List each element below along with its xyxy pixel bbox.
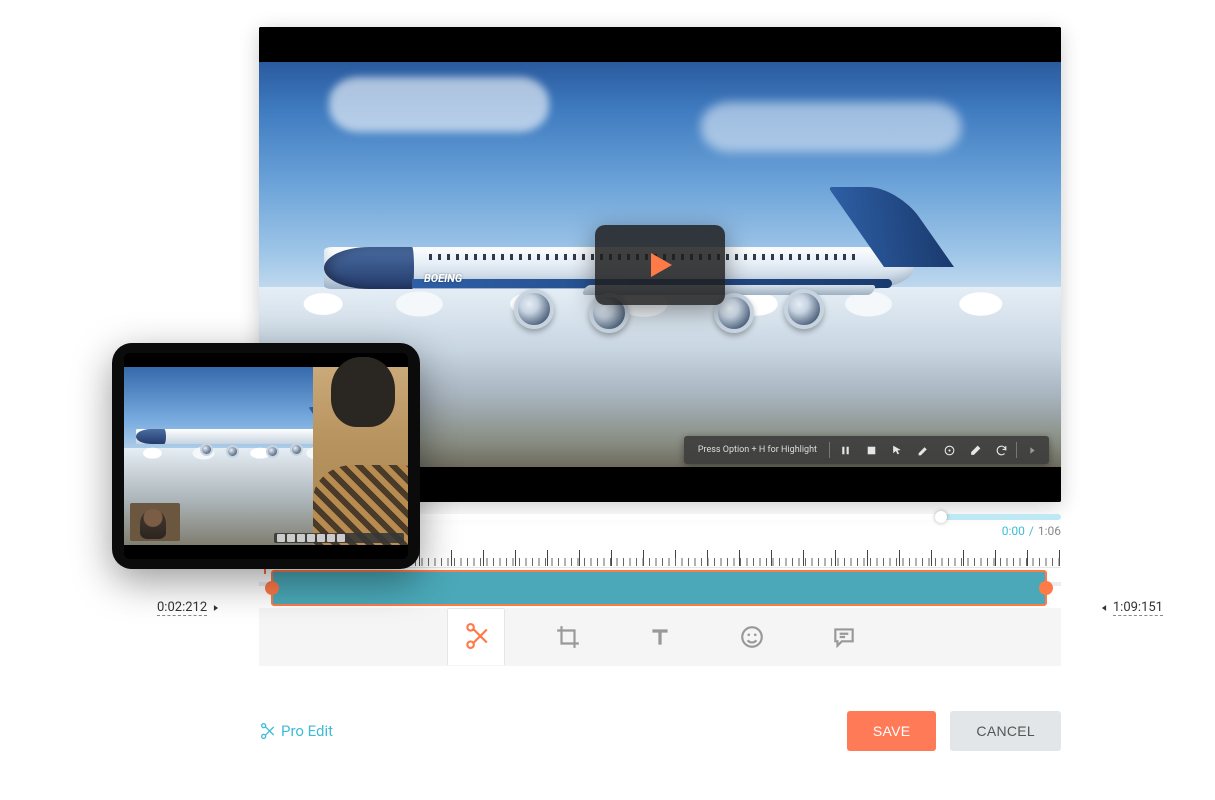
text-icon xyxy=(647,624,673,650)
trim-track[interactable]: 0:02:212 1:09:151 xyxy=(259,568,1061,608)
webcam-pip xyxy=(130,503,180,541)
scissors-icon xyxy=(259,723,275,739)
thumbnail-device xyxy=(112,343,420,569)
thumbnail-screen[interactable] xyxy=(124,353,408,559)
refresh-icon[interactable] xyxy=(990,439,1012,461)
cancel-button[interactable]: CANCEL xyxy=(950,711,1061,751)
play-icon xyxy=(642,247,678,283)
current-time: 0:00 xyxy=(1002,524,1025,538)
letterbox-top xyxy=(259,27,1061,62)
tab-crop[interactable] xyxy=(540,609,596,665)
tab-text[interactable] xyxy=(632,609,688,665)
time-display: 0:00 / 1:06 xyxy=(1002,524,1061,538)
emoji-icon xyxy=(739,624,765,650)
annotation-toolbar: Press Option + H for Highlight xyxy=(684,436,1049,464)
pencil-icon[interactable] xyxy=(912,439,934,461)
tab-comment[interactable] xyxy=(816,609,872,665)
webcam-person xyxy=(313,367,408,545)
scissors-icon xyxy=(463,623,489,649)
save-button[interactable]: SAVE xyxy=(847,711,937,751)
comment-icon xyxy=(831,624,857,650)
annotation-tip: Press Option + H for Highlight xyxy=(690,445,825,455)
progress-thumb[interactable] xyxy=(935,511,947,523)
editor-footer: Pro Edit SAVE CANCEL xyxy=(259,722,1061,740)
triangle-right-icon xyxy=(211,603,221,613)
airplane-brand: BOEING xyxy=(424,272,462,285)
editor-tool-tabs xyxy=(259,608,1061,666)
crop-icon xyxy=(555,624,581,650)
more-icon[interactable] xyxy=(1021,439,1043,461)
eraser-icon[interactable] xyxy=(964,439,986,461)
trim-segment[interactable] xyxy=(271,570,1047,606)
target-icon[interactable] xyxy=(938,439,960,461)
mini-annotation-bar xyxy=(274,533,404,543)
pause-icon[interactable] xyxy=(834,439,856,461)
triangle-left-icon xyxy=(1099,603,1109,613)
trim-end-time[interactable]: 1:09:151 xyxy=(1099,600,1163,616)
cursor-icon[interactable] xyxy=(886,439,908,461)
play-button[interactable] xyxy=(595,225,725,305)
trim-start-time[interactable]: 0:02:212 xyxy=(157,600,221,616)
tab-emoji[interactable] xyxy=(724,609,780,665)
stop-icon[interactable] xyxy=(860,439,882,461)
pro-edit-link[interactable]: Pro Edit xyxy=(259,722,333,740)
tab-cut[interactable] xyxy=(448,609,504,665)
total-duration: 1:06 xyxy=(1038,524,1061,538)
